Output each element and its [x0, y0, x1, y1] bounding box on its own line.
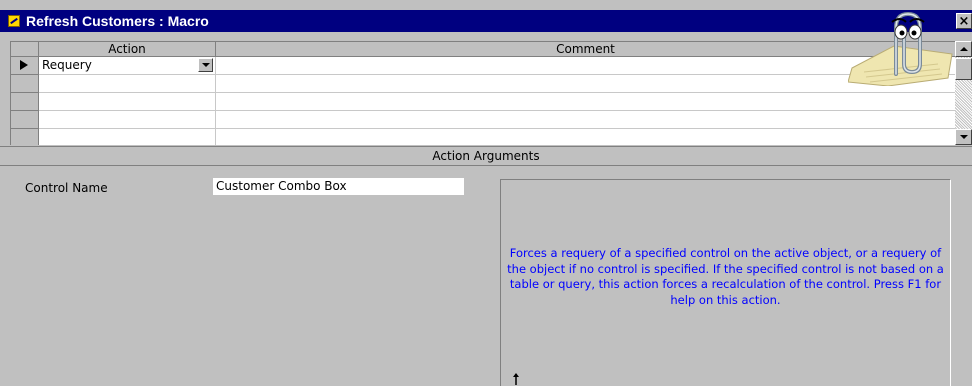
action-cell[interactable]: Requery	[39, 57, 216, 75]
row-selector[interactable]	[11, 75, 39, 93]
mouse-cursor-icon	[513, 373, 519, 385]
current-row-arrow-icon	[20, 60, 28, 70]
clippit-assistant-icon[interactable]	[848, 6, 956, 86]
row-selector[interactable]	[11, 111, 39, 129]
action-value: Requery	[42, 58, 92, 72]
control-name-label: Control Name	[25, 181, 108, 195]
scroll-thumb[interactable]	[955, 58, 972, 80]
macro-icon	[8, 15, 20, 27]
scroll-down-arrow-icon[interactable]	[955, 129, 972, 145]
comment-cell[interactable]	[216, 93, 955, 111]
action-cell[interactable]	[39, 93, 216, 111]
window-title: Refresh Customers : Macro	[26, 13, 209, 29]
row-selector[interactable]	[11, 57, 39, 75]
action-arguments-title: Action Arguments	[0, 147, 972, 166]
row-selector[interactable]	[11, 129, 39, 145]
action-help-panel: Forces a requery of a specified control …	[500, 179, 951, 386]
action-cell[interactable]	[39, 111, 216, 129]
scroll-up-arrow-icon[interactable]	[955, 41, 972, 57]
macro-grid: Action Comment Requery	[10, 41, 955, 145]
macro-window: Refresh Customers : Macro × Action Comme…	[0, 0, 972, 386]
action-help-text: Forces a requery of a specified control …	[507, 246, 944, 307]
comment-column-header[interactable]: Comment	[216, 42, 955, 57]
action-column-header[interactable]: Action	[39, 42, 216, 57]
action-dropdown-button[interactable]	[198, 58, 213, 72]
comment-cell[interactable]	[216, 129, 955, 145]
title-bar[interactable]: Refresh Customers : Macro ×	[0, 10, 972, 32]
control-name-field[interactable]: Customer Combo Box	[213, 178, 464, 195]
close-button[interactable]: ×	[956, 13, 972, 29]
comment-cell[interactable]	[216, 75, 955, 93]
row-selector-header[interactable]	[11, 42, 39, 57]
grid-vertical-scrollbar[interactable]	[955, 41, 972, 145]
comment-cell[interactable]	[216, 111, 955, 129]
row-selector[interactable]	[11, 93, 39, 111]
action-cell[interactable]	[39, 129, 216, 145]
comment-cell[interactable]	[216, 57, 955, 75]
action-cell[interactable]	[39, 75, 216, 93]
